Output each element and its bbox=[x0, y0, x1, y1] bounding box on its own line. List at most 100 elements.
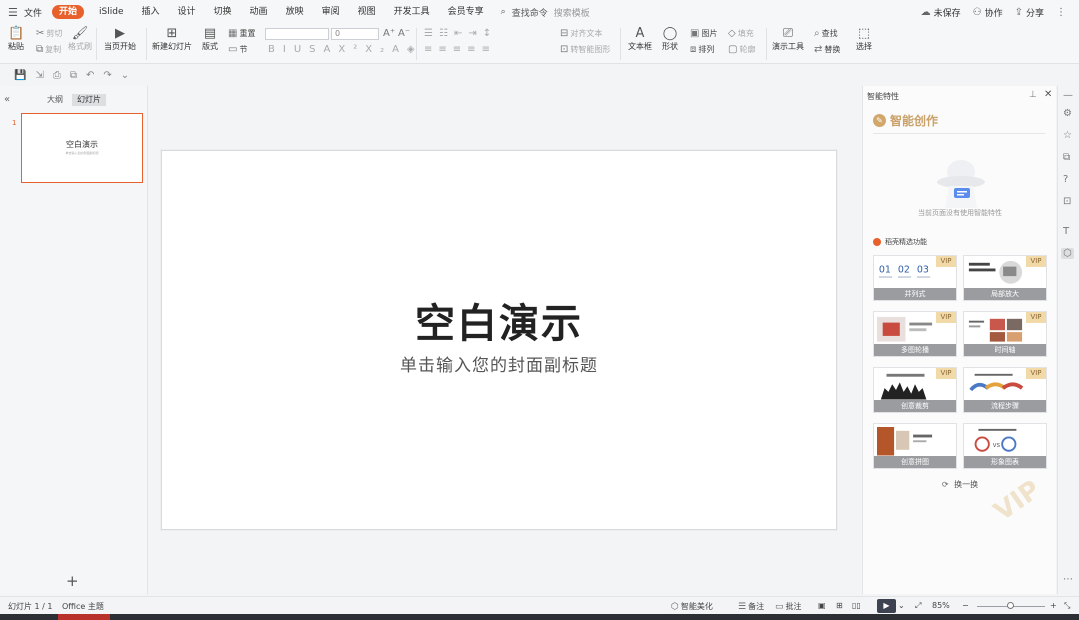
arrange-button[interactable]: ⧈ 排列 bbox=[690, 44, 714, 55]
underline-icon[interactable]: U bbox=[294, 44, 309, 55]
more-horizontal-icon[interactable]: ⋯ bbox=[1063, 574, 1073, 585]
template-icon[interactable]: ⊡ bbox=[1063, 196, 1071, 207]
reset-button[interactable]: ▦ 重置 bbox=[228, 28, 255, 39]
feature-card-parallel[interactable]: 01 02 03 VIP 并列式 bbox=[873, 255, 957, 301]
align-left-icon[interactable]: ≡ bbox=[424, 44, 438, 55]
feature-card-timeline[interactable]: VIP 时间轴 bbox=[963, 311, 1047, 357]
layout-button[interactable]: ▤ 版式 bbox=[202, 27, 218, 52]
cut-button[interactable]: ✂ 剪切 bbox=[36, 28, 62, 39]
help-icon[interactable]: ? bbox=[1063, 174, 1068, 185]
zoom-slider-thumb[interactable] bbox=[1007, 602, 1014, 609]
customize-icon[interactable]: ⌄ bbox=[121, 70, 129, 81]
comments-button[interactable]: ▭ 批注 bbox=[775, 601, 802, 612]
fill-button[interactable]: ◇ 填充 bbox=[728, 28, 754, 39]
shape-button[interactable]: ◯ 形状 bbox=[662, 27, 678, 52]
tab-home[interactable]: 开始 bbox=[52, 5, 85, 19]
format-painter-button[interactable]: 🖌 格式刷 bbox=[68, 27, 92, 52]
section-button[interactable]: ▭ 节 bbox=[228, 44, 247, 55]
subscript-icon[interactable]: X₂ bbox=[365, 44, 392, 55]
align-center-icon[interactable]: ≡ bbox=[438, 44, 452, 55]
paste-button[interactable]: 📋 粘贴 bbox=[8, 27, 24, 52]
font-family-select[interactable] bbox=[265, 28, 329, 40]
more-menu[interactable]: ⋮ bbox=[1056, 7, 1069, 18]
theme-name[interactable]: Office 主题 bbox=[62, 601, 104, 612]
feature-card-creative-puzzle[interactable]: 创意拼图 bbox=[873, 423, 957, 469]
tab-design[interactable]: 设计 bbox=[169, 0, 205, 24]
replace-button[interactable]: ⇄ 替换 bbox=[814, 44, 840, 55]
file-menu[interactable]: 文件 bbox=[24, 6, 42, 19]
close-icon[interactable]: ✕ bbox=[1044, 89, 1052, 100]
feature-card-zoom[interactable]: VIP 局部放大 bbox=[963, 255, 1047, 301]
line-spacing-icon[interactable]: ↕ bbox=[483, 28, 497, 39]
animation-star-icon[interactable]: ☆ bbox=[1063, 130, 1072, 141]
slide-thumbnail[interactable]: 空白演示 单击输入您的封面副标题 bbox=[21, 113, 143, 183]
hamburger-icon[interactable]: ☰ bbox=[8, 6, 22, 19]
justify-icon[interactable]: ≡ bbox=[467, 44, 481, 55]
unsaved-status[interactable]: ☁ 未保存 bbox=[921, 6, 961, 19]
highlight-icon[interactable]: ◈ bbox=[407, 44, 423, 55]
grid-view-icon[interactable]: ⊞ bbox=[836, 601, 843, 610]
normal-view-icon[interactable]: ▣ bbox=[818, 601, 826, 610]
tab-transition[interactable]: 切换 bbox=[205, 0, 241, 24]
tab-islide[interactable]: iSlide bbox=[90, 0, 132, 24]
reading-view-icon[interactable]: ▯▯ bbox=[852, 601, 861, 610]
shadow-icon[interactable]: A bbox=[324, 44, 339, 55]
cube-icon[interactable]: ⬡ bbox=[1061, 248, 1074, 259]
text-icon[interactable]: T bbox=[1063, 226, 1069, 237]
fullscreen-icon[interactable]: ⤡ bbox=[1064, 601, 1070, 611]
copy-button[interactable]: ⧉ 复制 bbox=[36, 44, 61, 55]
align-text-button[interactable]: ⊟ 对齐文本 bbox=[560, 28, 602, 39]
play-icon[interactable]: ▶ bbox=[877, 599, 896, 613]
beautify-button[interactable]: ⬡ 智能美化 bbox=[671, 601, 713, 612]
print-preview-icon[interactable]: ⧉ bbox=[70, 70, 77, 81]
share-button[interactable]: ⇪ 分享 bbox=[1015, 6, 1044, 19]
tab-slides[interactable]: 幻灯片 bbox=[72, 94, 106, 106]
collapse-panel-icon[interactable]: — bbox=[1063, 90, 1073, 101]
tab-developer[interactable]: 开发工具 bbox=[385, 0, 439, 24]
superscript-icon[interactable]: X² bbox=[338, 44, 365, 55]
feature-card-process-steps[interactable]: VIP 流程步骤 bbox=[963, 367, 1047, 413]
notes-button[interactable]: ☰ 备注 bbox=[738, 601, 764, 612]
zoom-in-icon[interactable]: + bbox=[1050, 601, 1057, 610]
select-button[interactable]: ⬚ 选择 bbox=[856, 27, 872, 52]
slide-canvas[interactable]: 空白演示 单击输入您的封面副标题 bbox=[161, 150, 837, 530]
export-icon[interactable]: ⇲ bbox=[35, 70, 43, 81]
tab-view[interactable]: 视图 bbox=[349, 0, 385, 24]
font-size-select[interactable]: 0 bbox=[331, 28, 379, 40]
distribute-icon[interactable]: ≡ bbox=[482, 44, 496, 55]
new-slide-button[interactable]: ⊞ 新建幻灯片 bbox=[152, 27, 192, 52]
slide-subtitle[interactable]: 单击输入您的封面副标题 bbox=[162, 351, 836, 376]
save-icon[interactable]: 💾 bbox=[14, 70, 26, 81]
tab-slideshow[interactable]: 放映 bbox=[277, 0, 313, 24]
italic-icon[interactable]: I bbox=[283, 44, 294, 55]
tab-outline[interactable]: 大纲 bbox=[42, 94, 68, 106]
redo-icon[interactable]: ↷ bbox=[103, 70, 111, 81]
bullet-list-icon[interactable]: ☰ bbox=[424, 28, 439, 39]
picture-button[interactable]: ▣ 图片 bbox=[690, 28, 717, 39]
collab-button[interactable]: ⚇ 协作 bbox=[973, 6, 1003, 19]
bold-icon[interactable]: B bbox=[268, 44, 283, 55]
pin-icon[interactable]: ⊥ bbox=[1029, 90, 1037, 100]
feature-card-image-chart[interactable]: vs 形象图表 bbox=[963, 423, 1047, 469]
collapse-icon[interactable]: « bbox=[4, 94, 10, 105]
find-button[interactable]: ⌕ 查找 bbox=[814, 28, 838, 39]
slides-icon[interactable]: ⧉ bbox=[1063, 152, 1070, 163]
zoom-level[interactable]: 85% bbox=[932, 601, 950, 610]
alignment-buttons[interactable]: ≡ ≡ ≡ ≡ ≡ bbox=[424, 44, 496, 55]
smartart-button[interactable]: ⊡ 转智能图形 bbox=[560, 44, 610, 55]
paragraph-buttons[interactable]: ☰ ☷ ⇤ ⇥ ↕ bbox=[424, 28, 497, 39]
fit-icon[interactable]: ⤢ bbox=[915, 601, 921, 611]
font-grow-button[interactable]: A⁺ bbox=[383, 28, 397, 39]
tab-member[interactable]: 会员专享 bbox=[439, 0, 493, 24]
numbered-list-icon[interactable]: ☷ bbox=[439, 28, 454, 39]
font-shrink-button[interactable]: A⁻ bbox=[398, 28, 412, 39]
add-slide-icon[interactable]: + bbox=[66, 572, 79, 590]
feature-card-creative-crop[interactable]: VIP 创意裁剪 bbox=[873, 367, 957, 413]
font-style-buttons[interactable]: B I U S A X² X₂ A ◈ bbox=[268, 44, 423, 55]
font-color-icon[interactable]: A bbox=[392, 44, 407, 55]
play-menu-icon[interactable]: ⌄ bbox=[898, 601, 905, 610]
textbox-button[interactable]: A 文本框 bbox=[628, 27, 652, 52]
strikethrough-icon[interactable]: S bbox=[309, 44, 323, 55]
tab-insert[interactable]: 插入 bbox=[133, 0, 169, 24]
tab-animation[interactable]: 动画 bbox=[241, 0, 277, 24]
